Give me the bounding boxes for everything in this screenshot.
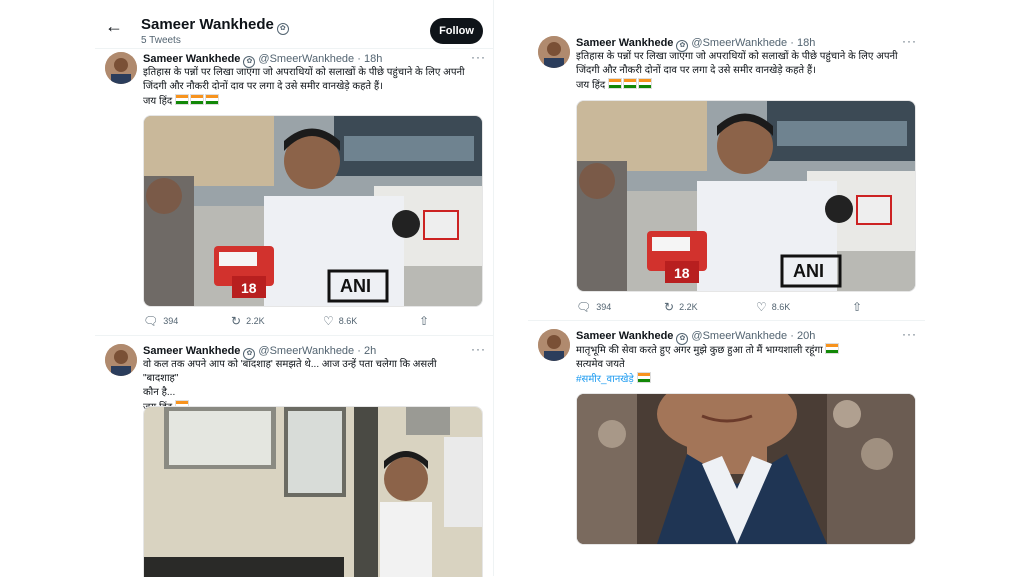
tweet-text-line: जिंदगी और नौकरी दोनों दाव पर लगा दे उसे … xyxy=(143,81,383,92)
more-dots-icon[interactable]: ··· xyxy=(471,342,486,356)
author-name: Sameer Wankhede xyxy=(576,330,674,342)
india-flag-icon xyxy=(825,343,840,354)
arrow-left-icon[interactable]: ← xyxy=(105,16,125,36)
more-dots-icon[interactable]: ··· xyxy=(902,34,917,48)
mic-number: 18 xyxy=(674,265,690,281)
tweet-time[interactable]: · 18h xyxy=(790,37,815,49)
india-flag-icon xyxy=(175,94,189,105)
follow-button[interactable]: Follow xyxy=(430,18,483,44)
tweet-count: 5 Tweets xyxy=(141,35,181,46)
heart-icon: ♡ xyxy=(756,300,767,314)
share-action[interactable]: ⇧ xyxy=(852,300,862,314)
reply-count: 394 xyxy=(163,316,179,326)
avatar[interactable] xyxy=(105,344,137,376)
tweet-time[interactable]: · 20h xyxy=(790,330,815,342)
left-timeline-panel: ← Sameer Wankhede ✿ 5 Tweets Follow Samee… xyxy=(95,0,494,577)
tweet[interactable]: Sameer Wankhede ✿ @SmeerWankhede · 18h ···… xyxy=(95,48,493,336)
tweet-photo[interactable] xyxy=(576,393,916,545)
share-icon: ⇧ xyxy=(419,314,430,328)
india-flag-icon xyxy=(623,78,637,89)
author-handle: @SmeerWankhede xyxy=(691,37,788,49)
tweet-text: मातृभूमि की सेवा करते हुए अगर मुझे कुछ ह… xyxy=(576,343,906,387)
verified-badge-icon: ✿ xyxy=(276,23,289,35)
retweet-count: 2.2K xyxy=(679,302,698,312)
tweet-text-line: इतिहास के पन्नों पर लिखा जाएगा जो अपराधि… xyxy=(576,51,898,62)
avatar[interactable] xyxy=(105,52,137,84)
author-handle: @SmeerWankhede xyxy=(258,345,355,357)
retweet-action[interactable]: ↻ 2.2K xyxy=(664,300,756,314)
tweet-text: इतिहास के पन्नों पर लिखा जाएगा जो अपराधि… xyxy=(576,50,906,93)
tweet-photo[interactable]: ANI 18 xyxy=(576,100,916,292)
author-handle: @SmeerWankhede xyxy=(691,330,788,342)
mic-label: ANI xyxy=(793,261,824,281)
india-flag-icon xyxy=(205,94,219,105)
like-action[interactable]: ♡ 8.6K xyxy=(323,314,419,328)
more-dots-icon[interactable]: ··· xyxy=(902,327,917,341)
india-flag-icon xyxy=(608,78,622,89)
retweet-count: 2.2K xyxy=(246,316,265,326)
retweet-action[interactable]: ↻ 2.2K xyxy=(231,314,323,328)
tweet-text: इतिहास के पन्नों पर लिखा जाएगा जो अपराधि… xyxy=(143,66,473,109)
tweet-text-line: कौन है... xyxy=(143,387,176,398)
tweet[interactable]: Sameer Wankhede ✿ @SmeerWankhede · 18h ···… xyxy=(528,28,925,321)
tweet-text-line: जिंदगी और नौकरी दोनों दाव पर लगा दे उसे … xyxy=(576,65,816,76)
tweet-text-line: जय हिंद xyxy=(143,96,173,107)
tweet-text-line: इतिहास के पन्नों पर लिखा जाएगा जो अपराधि… xyxy=(143,67,465,78)
reply-action[interactable]: 🗨 394 xyxy=(576,300,664,314)
reply-count: 394 xyxy=(596,302,612,312)
reply-icon: 🗨 xyxy=(576,300,592,314)
reply-action[interactable]: 🗨 394 xyxy=(143,314,231,328)
avatar[interactable] xyxy=(538,329,570,361)
retweet-icon: ↻ xyxy=(231,314,242,328)
author-name: Sameer Wankhede xyxy=(143,345,241,357)
tweet-text-line: सत्यमेव जयते xyxy=(576,359,625,370)
right-timeline-panel: Sameer Wankhede ✿ @SmeerWankhede · 18h ···… xyxy=(528,28,925,548)
india-flag-icon xyxy=(636,372,651,383)
avatar[interactable] xyxy=(538,36,570,68)
author-name: Sameer Wankhede xyxy=(143,53,241,65)
tweet-text-line: मातृभूमि की सेवा करते हुए अगर मुझे कुछ ह… xyxy=(576,345,823,356)
tweet[interactable]: Sameer Wankhede ✿ @SmeerWankhede · 20h ···… xyxy=(528,321,925,548)
share-icon: ⇧ xyxy=(852,300,863,314)
tweet-actions: 🗨 394 ↻ 2.2K ♡ 8.6K ⇧ xyxy=(143,314,429,328)
profile-name: Sameer Wankhede ✿ xyxy=(141,16,292,35)
india-flag-icon xyxy=(190,94,204,105)
tweet-actions: 🗨 394 ↻ 2.2K ♡ 8.6K ⇧ xyxy=(576,300,862,314)
like-count: 8.6K xyxy=(338,316,358,326)
like-count: 8.6K xyxy=(771,302,791,312)
author-handle: @SmeerWankhede xyxy=(258,53,355,65)
share-action[interactable]: ⇧ xyxy=(419,314,429,328)
tweet-text-line: वो कल तक अपने आप को 'बादशाह' समझते थे...… xyxy=(143,359,437,384)
profile-name-text: Sameer Wankhede xyxy=(141,16,274,33)
tweet[interactable]: Sameer Wankhede ✿ @SmeerWankhede · 2h ··· … xyxy=(95,336,493,577)
mic-number: 18 xyxy=(241,280,257,296)
mic-label: ANI xyxy=(340,276,371,296)
tweet-text-line: जय हिंद xyxy=(576,80,606,91)
reply-icon: 🗨 xyxy=(143,314,159,328)
profile-header: ← Sameer Wankhede ✿ 5 Tweets Follow xyxy=(95,0,493,49)
heart-icon: ♡ xyxy=(323,314,334,328)
tweet-photo[interactable] xyxy=(143,406,483,577)
tweet-time[interactable]: · 18h xyxy=(357,53,382,65)
retweet-icon: ↻ xyxy=(664,300,675,314)
like-action[interactable]: ♡ 8.6K xyxy=(756,300,852,314)
hashtag-link[interactable]: #समीर_वानखेड़े xyxy=(576,374,634,385)
author-name: Sameer Wankhede xyxy=(576,37,674,49)
tweet-time[interactable]: · 2h xyxy=(357,345,376,357)
tweet-photo[interactable]: ANI 18 xyxy=(143,115,483,307)
india-flag-icon xyxy=(638,78,652,89)
more-dots-icon[interactable]: ··· xyxy=(471,50,486,64)
